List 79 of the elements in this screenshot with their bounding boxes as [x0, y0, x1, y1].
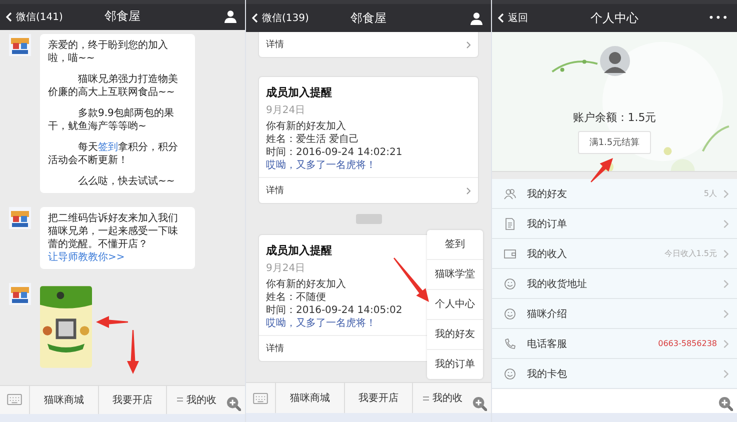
time-pill: [356, 214, 382, 224]
details-link[interactable]: 详情: [266, 184, 284, 197]
card-note: 哎呦，又多了一名虎将！: [266, 317, 376, 330]
back-icon: [498, 13, 504, 23]
avatar-icon: [600, 46, 630, 76]
window-title: 邻食屋: [350, 10, 386, 26]
card-line: 时间：2016-09-24 14:02:21: [266, 146, 402, 159]
keyboard-icon[interactable]: [7, 394, 22, 406]
card-line: 姓名：不随便: [266, 291, 326, 304]
person-icon[interactable]: [470, 12, 483, 24]
list-row[interactable]: 我的好友 5人: [492, 179, 737, 209]
row-value: 今日收入1.5元: [664, 248, 717, 259]
menu-item[interactable]: 我的好友: [427, 320, 483, 350]
back-icon: [6, 12, 12, 22]
document-icon: [504, 218, 516, 230]
back-link[interactable]: 微信(141): [6, 10, 63, 24]
card-note: 哎呦，又多了一名虎将！: [266, 159, 376, 172]
menu-tab[interactable]: 我的收: [167, 386, 245, 414]
zoom-in-icon[interactable]: [226, 396, 241, 411]
card-line: 姓名：爱生活 爱自己: [266, 133, 360, 146]
message-text: 多款9.9包邮两包的果干，鱿鱼海产等等哟~: [48, 106, 175, 133]
card-date: 9月24日: [266, 262, 306, 275]
smile-icon: [504, 278, 516, 290]
card-title: 成员加入提醒: [266, 85, 332, 100]
more-button[interactable]: •••: [708, 12, 729, 24]
list-row[interactable]: 我的收货地址: [492, 269, 737, 299]
balance-text: 账户余额：1.5元: [572, 110, 656, 125]
arrow: [127, 330, 139, 374]
list-row[interactable]: 我的收入 今日收入1.5元: [492, 239, 737, 269]
card-line: 你有新的好友加入: [266, 278, 346, 291]
chevron-icon: [723, 308, 729, 318]
chevron-icon: [723, 338, 729, 348]
list-row[interactable]: 我的订单: [492, 209, 737, 239]
list-row[interactable]: 猫咪介绍: [492, 299, 737, 329]
keyboard-icon[interactable]: [253, 392, 268, 404]
people-icon: [504, 188, 516, 200]
list-row[interactable]: 电话客服 0663-5856238: [492, 329, 737, 359]
back-link[interactable]: 返回: [498, 11, 528, 25]
menu-item[interactable]: 我的订单: [427, 350, 483, 379]
message-text: 每天签到拿积分，积分活动会不断更新！: [48, 140, 179, 167]
arrow: [394, 258, 429, 302]
smile-icon: [504, 308, 516, 320]
card-date: 9月24日: [266, 104, 306, 117]
zoom-in-icon[interactable]: [718, 396, 733, 411]
arrow: [96, 316, 128, 328]
details-link[interactable]: 详情: [266, 342, 284, 355]
person-icon[interactable]: [224, 10, 237, 24]
window-title: 邻食屋: [104, 8, 140, 26]
link[interactable]: 让导师教教你>>: [48, 252, 125, 263]
back-link[interactable]: 微信(139): [252, 11, 309, 25]
window-title: 个人中心: [590, 10, 638, 26]
back-icon: [252, 13, 258, 23]
chevron-icon: [466, 186, 471, 194]
wallet-icon: [504, 248, 516, 260]
menu-item[interactable]: 猫咪学堂: [427, 260, 483, 290]
message-text: 猫咪兄弟强力打造物美价廉的高大上互联网食品~~: [48, 72, 179, 99]
row-value: 0663-5856238: [658, 339, 717, 348]
chevron-icon: [723, 218, 729, 228]
chevron-icon: [466, 40, 471, 48]
chevron-icon: [723, 248, 729, 258]
link[interactable]: 签到: [98, 142, 118, 153]
chevron-icon: [723, 188, 729, 198]
message-text: 把二维码告诉好友来加入我们猫咪兄弟，一起来感受一下味蕾的觉醒。不懂开店？ 让导师教教你>>: [48, 212, 179, 264]
message-text: 亲爱的，终于盼到您的加入啦，喵~~: [48, 38, 169, 65]
card-line: 时间：2016-09-24 14:05:02: [266, 304, 402, 317]
phone-icon: [504, 338, 516, 350]
card-line: 你有新的好友加入: [266, 120, 346, 133]
menu-tab[interactable]: 我的收: [413, 383, 491, 413]
menu-item[interactable]: 签到: [427, 230, 483, 260]
chevron-icon: [723, 368, 729, 378]
chevron-icon: [723, 278, 729, 288]
message-text: 么么哒，快去试试~~: [77, 174, 176, 188]
smile-icon: [504, 368, 516, 380]
row-value: 5人: [704, 188, 717, 199]
arrow: [590, 158, 613, 182]
details-link[interactable]: 详情: [266, 38, 284, 51]
zoom-in-icon[interactable]: [472, 396, 487, 411]
card-title: 成员加入提醒: [266, 243, 332, 258]
settle-button[interactable]: 满1.5元结算: [578, 131, 651, 154]
